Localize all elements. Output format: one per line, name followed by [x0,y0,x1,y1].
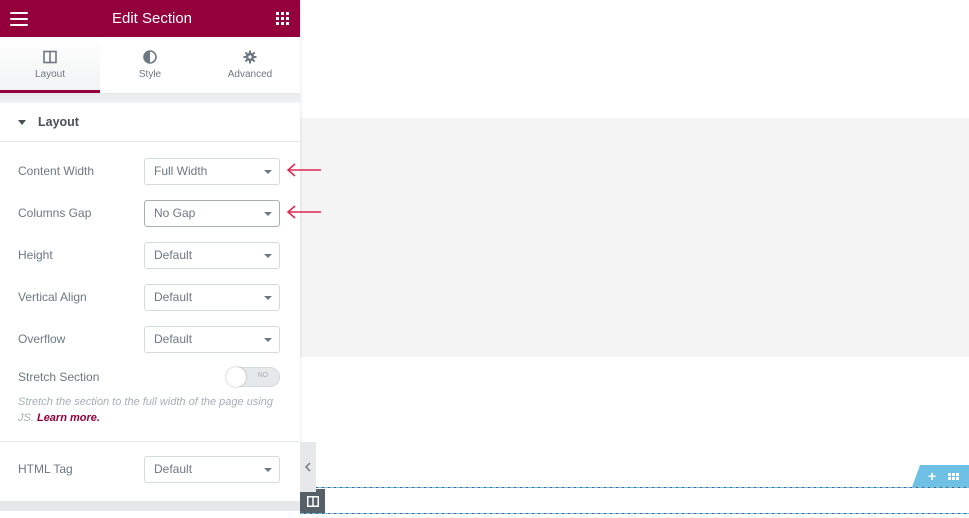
section-handle: + [912,465,969,487]
caret-down-icon [264,169,272,174]
tab-label: Style [138,69,162,80]
panel-tabs: Layout Style Advanced [0,37,300,93]
control-label: Stretch Section [18,370,100,384]
html-tag-select[interactable]: Default [144,455,280,483]
section-outline-top [300,487,969,488]
control-html-tag: HTML Tag Default [0,448,300,490]
add-section-icon[interactable]: + [928,469,936,483]
caret-down-icon [18,119,26,125]
preview-section-band[interactable] [300,118,969,357]
control-label: HTML Tag [18,462,73,476]
content-width-select[interactable]: Full Width [144,157,280,185]
vertical-align-select[interactable]: Default [144,283,280,311]
section-title: Layout [38,115,79,129]
editor-panel: Edit Section Layout Style Advanced Layou… [0,0,300,518]
divider [0,501,300,511]
columns-icon [43,50,57,64]
columns-gap-select[interactable]: No Gap [144,199,280,227]
tab-advanced[interactable]: Advanced [200,37,300,93]
caret-down-icon [264,337,272,342]
caret-down-icon [264,211,272,216]
collapse-panel-button[interactable] [300,442,316,492]
control-content-width: Content Width Full Width [0,150,300,192]
tab-style[interactable]: Style [100,37,200,93]
chevron-left-icon [305,462,311,472]
stretch-description: Stretch the section to the full width of… [18,396,273,424]
control-label: Overflow [18,332,66,346]
stretch-section-toggle[interactable]: NO [226,367,280,387]
control-label: Height [18,248,53,262]
half-circle-icon [143,50,157,64]
grid-icon[interactable] [275,11,290,26]
tab-layout[interactable]: Layout [0,37,100,93]
control-stretch-section: Stretch Section NO [0,362,300,392]
annotation-arrow-icon [286,163,321,177]
edit-column-button[interactable] [300,489,325,513]
panel-header: Edit Section [0,0,300,37]
preview-canvas [300,0,969,518]
caret-down-icon [264,295,272,300]
panel-title: Edit Section [111,10,193,27]
annotation-arrow-icon [286,205,321,219]
section-toggle-layout[interactable]: Layout [0,103,300,142]
control-height: Height Default [0,234,300,276]
control-columns-gap: Columns Gap No Gap [0,192,300,234]
drag-handle-icon[interactable] [948,472,960,480]
height-select[interactable]: Default [144,241,280,269]
tab-label: Layout [34,69,66,80]
control-label: Vertical Align [18,290,87,304]
overflow-select[interactable]: Default [144,325,280,353]
caret-down-icon [264,467,272,472]
section-outline-bottom [300,513,969,514]
tab-label: Advanced [227,69,273,80]
columns-icon [306,495,319,507]
divider [0,93,300,103]
control-label: Columns Gap [18,206,92,220]
learn-more-link[interactable]: Learn more. [37,412,100,424]
app: + Edit Section Layout Style Advanced Lay… [0,0,969,518]
caret-down-icon [264,253,272,258]
control-label: Content Width [18,164,95,178]
control-overflow: Overflow Default [0,318,300,360]
control-vertical-align: Vertical Align Default [0,276,300,318]
divider [0,441,300,442]
hamburger-icon[interactable] [10,11,28,26]
gear-icon [243,50,257,64]
